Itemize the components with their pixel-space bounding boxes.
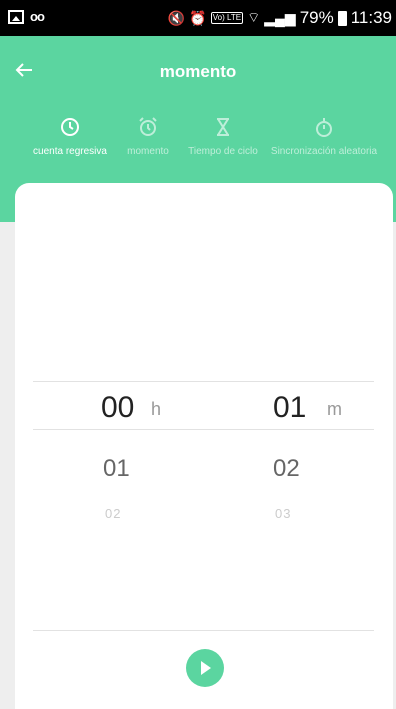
tab-cuenta-regresiva[interactable]: cuenta regresiva [30, 116, 110, 157]
footer-divider [33, 630, 374, 631]
minutes-next: 02 [273, 455, 300, 482]
start-button[interactable] [186, 649, 224, 687]
picker-divider-bottom [33, 429, 374, 430]
tab-tiempo-de-ciclo[interactable]: Tiempo de ciclo [182, 116, 264, 157]
hourglass-icon [182, 116, 264, 142]
tab-sincronizacion-aleatoria[interactable]: Sincronización aleatoria [264, 116, 384, 157]
mute-icon: 🔇 [167, 9, 186, 26]
minutes-unit: m [327, 399, 342, 419]
clock-time: 11:39 [350, 8, 392, 27]
minutes-selected: 01 [273, 391, 307, 424]
battery-percent: 79% [299, 8, 334, 27]
signal-icon: ▂▄▆ [264, 9, 296, 26]
alarm-clock-icon [118, 116, 178, 142]
hours-unit: h [151, 399, 162, 419]
alarm-icon: ⏰ [189, 9, 207, 26]
clock-icon [30, 116, 110, 142]
status-bar: oo 🔇 ⏰ Vo) LTE ⌔ ▂▄▆ 79% 11:39 [0, 0, 396, 36]
voicemail-indicator: oo [30, 9, 45, 24]
picker-divider-top [33, 381, 374, 382]
hours-next: 01 [103, 455, 130, 482]
volte-indicator: Vo) LTE [210, 12, 244, 24]
battery-icon [337, 10, 347, 26]
stopwatch-icon [264, 116, 384, 142]
minutes-next2: 03 [275, 506, 292, 521]
wifi-icon: ⌔ [247, 9, 261, 25]
timer-card: 00 h 01 02 01 m 02 03 [15, 183, 393, 709]
gallery-icon [8, 9, 24, 24]
page-title: momento [159, 62, 237, 81]
hours-next2: 02 [105, 506, 122, 521]
tab-momento[interactable]: momento [118, 116, 178, 157]
hours-selected: 00 [101, 391, 135, 424]
